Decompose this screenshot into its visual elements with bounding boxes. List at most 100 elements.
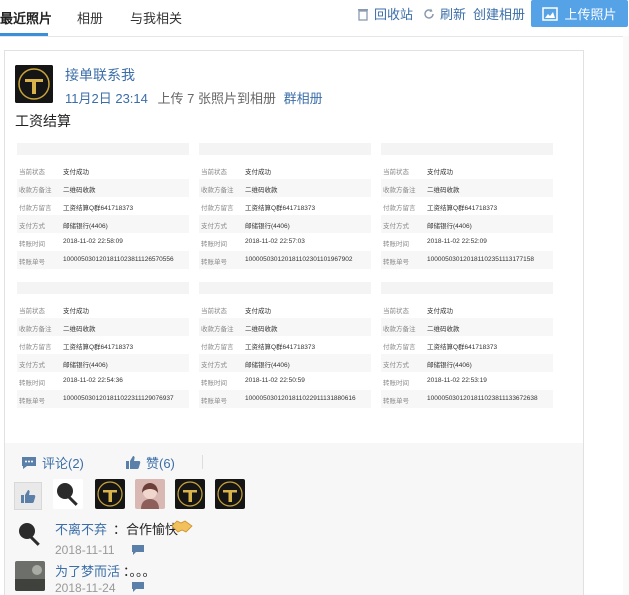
image-upload-icon xyxy=(542,6,559,21)
receipt-row: 转账时间 2018-11-02 22:52:09 xyxy=(381,233,553,251)
photo-thumbnail[interactable]: 当前状态 支付成功 收款方备注 二维码收款 付款方留言 工资结算Q群641718373 支付… xyxy=(199,282,371,410)
receipt-field-label: 转账时间 xyxy=(19,380,45,387)
receipt-row: 转账时间 2018-11-02 22:58:09 xyxy=(17,233,189,251)
tab-related-to-me[interactable]: 与我相关 xyxy=(130,8,182,27)
receipt-field-label: 支付方式 xyxy=(19,362,45,369)
receipt-field-label: 付款方留言 xyxy=(383,344,416,351)
liker-avatar[interactable] xyxy=(135,479,165,509)
commenter-name[interactable]: 不离不弃 xyxy=(55,519,107,538)
commenter-avatar[interactable] xyxy=(15,519,45,549)
reply-icon[interactable] xyxy=(131,544,145,556)
upload-photos-button[interactable]: 上传照片 xyxy=(531,0,628,27)
receipt-field-label: 当前状态 xyxy=(19,169,45,176)
photo-thumbnail[interactable]: 当前状态 支付成功 收款方备注 二维码收款 付款方留言 工资结算Q群641718373 支付… xyxy=(199,143,371,271)
post-caption: 工资结算 xyxy=(15,113,71,129)
scrollbar[interactable] xyxy=(623,36,629,595)
photo-thumbnail[interactable]: 当前状态 支付成功 收款方备注 二维码收款 付款方留言 工资结算Q群641718373 支付… xyxy=(381,143,553,271)
refresh-button[interactable]: 刷新 xyxy=(422,4,466,23)
liker-avatar[interactable] xyxy=(53,479,83,509)
receipt-row: 转账单号 1000050301201811022311129076​937 xyxy=(17,390,189,408)
tab-recent-photos[interactable]: 最近照片 xyxy=(0,8,52,27)
receipt-row: 付款方留言 工资结算Q群641718373 xyxy=(381,197,553,215)
poster-avatar[interactable] xyxy=(15,65,53,103)
recycle-bin-button[interactable]: 回收站 xyxy=(356,4,413,23)
receipt-row: 当前状态 支付成功 xyxy=(17,300,189,318)
liker-avatar[interactable] xyxy=(175,479,205,509)
create-album-button[interactable]: 创建相册 xyxy=(473,4,525,23)
receipt-field-value: 工资结算Q群641718373 xyxy=(427,344,498,351)
post-action-text: 上传 7 张照片到相册 xyxy=(157,91,276,106)
receipt-field-label: 收款方备注 xyxy=(383,326,416,333)
receipt-row: 付款方留言 工资结算Q群641718373 xyxy=(17,197,189,215)
receipt-row: 付款方留言 工资结算Q群641718373 xyxy=(17,336,189,354)
receipt-field-value: 支付成功 xyxy=(245,169,271,176)
photo-thumbnail[interactable]: 当前状态 支付成功收款方备注 二维码收款付款方留言 工资结算Q群641718373 支付… xyxy=(17,282,189,410)
receipt-field-label: 收款方备注 xyxy=(201,326,234,333)
post-meta: 11月2日 23:14 上传 7 张照片到相册 群相册 xyxy=(65,88,323,107)
thumbs-up-icon xyxy=(21,489,36,503)
receipt-row: 当前状态 支付成功 xyxy=(17,161,189,179)
receipt-field-value: 支付成功 xyxy=(63,169,89,176)
receipt-field-value: 1000050301201811022911131880​616 xyxy=(245,395,356,402)
receipt-header-strip xyxy=(199,282,371,294)
receipt-row: 收款方备注 二维码收款 xyxy=(199,318,371,336)
receipt-field-label: 付款方留言 xyxy=(383,205,416,212)
receipt-row: 转账时间 2018-11-02 22:50:59 xyxy=(199,372,371,390)
receipt-field-value: 邮储银行(4406) xyxy=(427,362,472,369)
receipt-field-label: 付款方留言 xyxy=(19,344,52,351)
receipt-field-value: 2018-11-02 22:53:19 xyxy=(427,377,487,384)
receipt-field-label: 付款方留言 xyxy=(201,205,234,212)
receipt-field-label: 收款方备注 xyxy=(19,326,52,333)
receipt-row: 转账时间 2018-11-02 22:57:03 xyxy=(199,233,371,251)
receipt-field-value: 邮储银行(4406) xyxy=(245,362,290,369)
receipt-row: 付款方留言 工资结算Q群641718373 xyxy=(199,336,371,354)
receipt-field-value: 2018-11-02 22:54:36 xyxy=(63,377,123,384)
receipt-field-value: 2018-11-02 22:50:59 xyxy=(245,377,305,384)
poster-name-link[interactable]: 接单联系我 xyxy=(65,65,135,85)
comment-button[interactable]: 评论(2) xyxy=(21,453,84,472)
liker-avatar[interactable] xyxy=(215,479,245,509)
recycle-bin-label: 回收站 xyxy=(374,7,414,22)
receipt-row: 支付方式 邮储银行(4406) xyxy=(381,215,553,233)
receipt-field-value: 工资结算Q群641718373 xyxy=(63,344,134,351)
receipt-field-label: 转账单号 xyxy=(383,398,409,405)
album-link[interactable]: 群相册 xyxy=(284,91,323,106)
receipt-row: 收款方备注 二维码收款 xyxy=(17,318,189,336)
receipt-field-label: 支付方式 xyxy=(383,362,409,369)
receipt-field-value: 1000050301201811022311129076​937 xyxy=(63,395,174,402)
receipt-field-label: 当前状态 xyxy=(19,308,45,315)
receipt-field-label: 收款方备注 xyxy=(19,187,52,194)
commenter-name[interactable]: 为了梦而活 xyxy=(55,561,120,580)
receipt-row: 转账单号 1000050301201811023511131771​58 xyxy=(381,251,553,269)
receipt-field-value: 2018-11-02 22:52:09 xyxy=(427,238,487,245)
receipt-field-label: 转账时间 xyxy=(383,380,409,387)
photo-thumbnail[interactable]: 当前状态 支付成功 收款方备注 二维码收款 付款方留言 工资结算Q群641718373 支付… xyxy=(17,143,189,271)
create-album-label: 创建相册 xyxy=(473,7,526,22)
reply-icon[interactable] xyxy=(131,581,145,593)
receipt-row: 当前状态 支付成功 xyxy=(199,161,371,179)
commenter-avatar[interactable] xyxy=(15,561,45,591)
receipt-field-value: 二维码收款 xyxy=(63,326,96,333)
receipt-field-value: 二维码收款 xyxy=(63,187,96,194)
receipt-row: 转账单号 1000050301201811023811133672​638 xyxy=(381,390,553,408)
liked-indicator[interactable] xyxy=(14,482,42,510)
receipt-field-value: 100005030120181102381112657​0556 xyxy=(63,256,174,263)
refresh-label: 刷新 xyxy=(440,7,467,22)
comments-section: 不离不弃 ：合作愉快 2018-11-11 为了梦而活 ：。。。 2018-11… xyxy=(4,515,584,595)
receipt-field-value: 二维码收款 xyxy=(427,326,460,333)
receipt-field-value: 支付成功 xyxy=(427,169,453,176)
receipt-row: 转账单号 1000050301201811023011019679​02 xyxy=(199,251,371,269)
receipt-field-label: 转账时间 xyxy=(383,241,409,248)
thumbs-up-icon xyxy=(126,456,141,469)
photo-thumbnail[interactable]: 当前状态 支付成功 收款方备注 二维码收款 付款方留言 工资结算Q群641718373 支付… xyxy=(381,282,553,410)
tab-albums[interactable]: 相册 xyxy=(77,8,103,27)
receipt-field-value: 2018-11-02 22:57:03 xyxy=(245,238,305,245)
receipt-row: 当前状态 支付成功 xyxy=(381,161,553,179)
receipt-field-label: 付款方留言 xyxy=(201,344,234,351)
liker-avatar[interactable] xyxy=(95,479,125,509)
receipt-row: 收款方备注 二维码收款 xyxy=(17,179,189,197)
receipt-field-value: 工资结算Q群641718373 xyxy=(245,205,316,212)
like-button[interactable]: 赞(6) xyxy=(125,453,175,472)
receipt-field-label: 转账单号 xyxy=(201,398,227,405)
receipt-field-label: 支付方式 xyxy=(383,223,409,230)
